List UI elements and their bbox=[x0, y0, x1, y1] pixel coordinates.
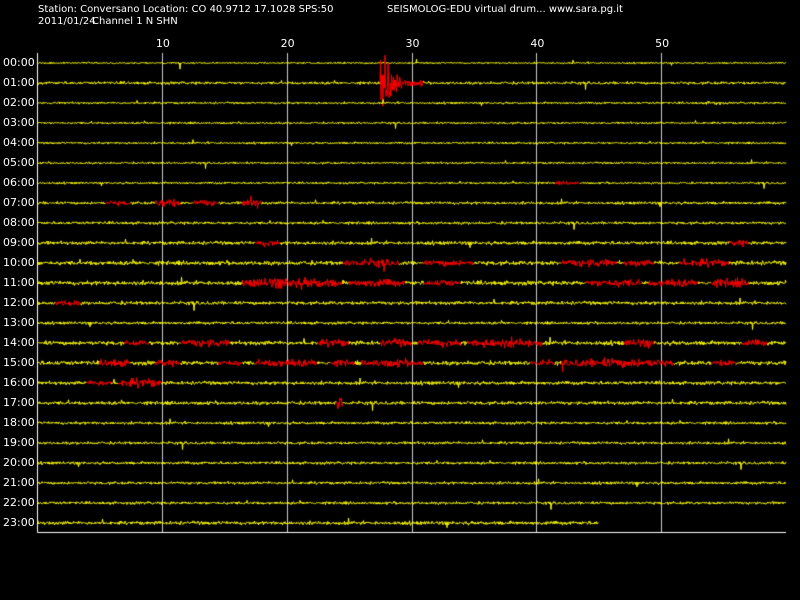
seismogram-drum-canvas bbox=[0, 0, 800, 600]
row-time-label: 08:00 bbox=[3, 216, 35, 229]
row-time-label: 17:00 bbox=[3, 396, 35, 409]
row-time-label: 07:00 bbox=[3, 196, 35, 209]
row-time-label: 03:00 bbox=[3, 116, 35, 129]
row-time-label: 09:00 bbox=[3, 236, 35, 249]
row-time-label: 20:00 bbox=[3, 456, 35, 469]
row-time-label: 21:00 bbox=[3, 476, 35, 489]
row-time-label: 06:00 bbox=[3, 176, 35, 189]
station-info: Station: Conversano Location: CO 40.9712… bbox=[38, 4, 334, 15]
row-time-label: 15:00 bbox=[3, 356, 35, 369]
row-time-label: 13:00 bbox=[3, 316, 35, 329]
x-tick-label: 20 bbox=[280, 37, 295, 50]
row-time-label: 16:00 bbox=[3, 376, 35, 389]
channel-label: Channel 1 N SHN bbox=[92, 16, 178, 27]
x-tick-label: 30 bbox=[405, 37, 420, 50]
row-time-label: 22:00 bbox=[3, 496, 35, 509]
row-time-label: 02:00 bbox=[3, 96, 35, 109]
row-time-label: 19:00 bbox=[3, 436, 35, 449]
x-tick-label: 40 bbox=[530, 37, 545, 50]
row-time-label: 23:00 bbox=[3, 516, 35, 529]
row-time-label: 01:00 bbox=[3, 76, 35, 89]
row-time-label: 10:00 bbox=[3, 256, 35, 269]
row-time-label: 18:00 bbox=[3, 416, 35, 429]
row-time-label: 14:00 bbox=[3, 336, 35, 349]
row-time-label: 00:00 bbox=[3, 56, 35, 69]
x-tick-label: 50 bbox=[655, 37, 670, 50]
row-time-label: 05:00 bbox=[3, 156, 35, 169]
product-title: SEISMOLOG-EDU virtual drum... www.sara.p… bbox=[387, 4, 623, 15]
x-tick-label: 10 bbox=[155, 37, 170, 50]
row-time-label: 04:00 bbox=[3, 136, 35, 149]
row-time-label: 11:00 bbox=[3, 276, 35, 289]
recording-date: 2011/01/24 bbox=[38, 16, 96, 27]
row-time-label: 12:00 bbox=[3, 296, 35, 309]
